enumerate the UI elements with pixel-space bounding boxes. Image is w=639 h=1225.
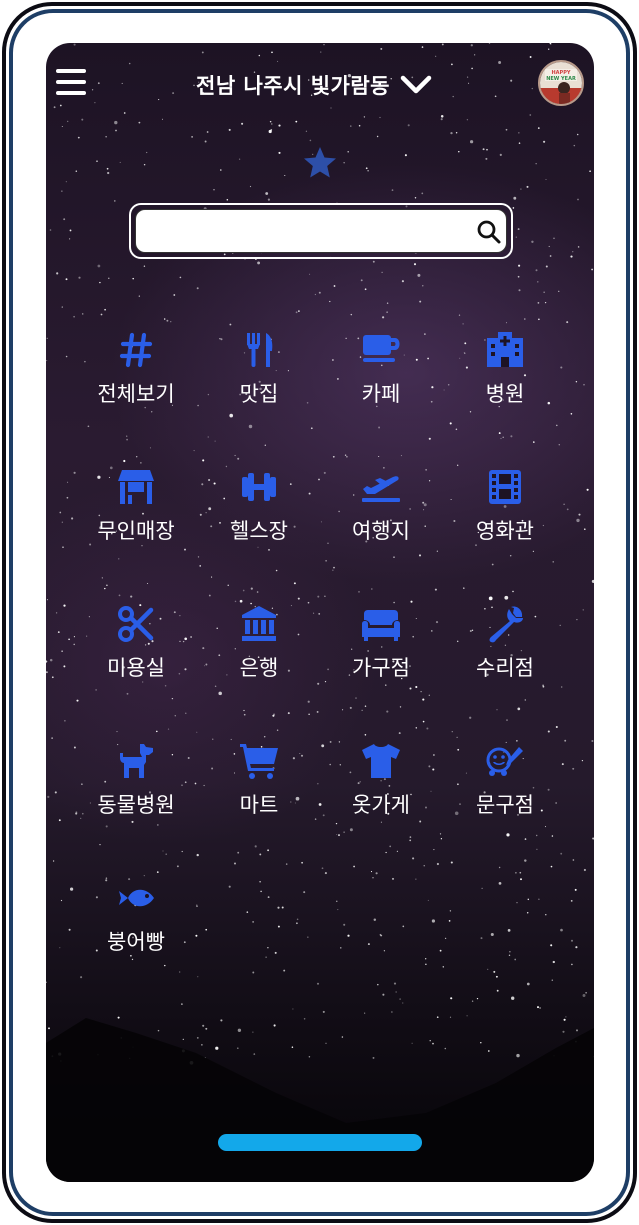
search-box	[135, 209, 507, 253]
category-label: 카페	[361, 382, 401, 406]
phone-frame: 전남 나주시 빛가람동 HAPPY NEW YEAR 전체보기 맛집 카페 병원…	[0, 0, 639, 1225]
shopping-cart-icon	[240, 744, 278, 779]
shirt-icon	[362, 744, 400, 778]
fish-icon	[119, 889, 154, 907]
scissors-icon	[118, 606, 154, 642]
hashtag-icon	[119, 332, 153, 368]
couch-icon	[362, 610, 400, 641]
utensils-icon	[247, 333, 273, 367]
category-all[interactable]: 전체보기	[74, 330, 198, 440]
category-hair-salon[interactable]: 미용실	[74, 604, 198, 714]
category-cafe[interactable]: 카페	[319, 330, 443, 440]
category-label: 문구점	[476, 793, 534, 817]
home-indicator[interactable]	[218, 1134, 422, 1151]
category-hospital[interactable]: 병원	[443, 330, 567, 440]
app-screen: 전남 나주시 빛가람동 HAPPY NEW YEAR 전체보기 맛집 카페 병원…	[46, 43, 594, 1182]
category-bank[interactable]: 은행	[197, 604, 321, 714]
film-icon	[489, 470, 521, 504]
avatar-image: HAPPY NEW YEAR	[540, 62, 582, 104]
hospital-icon	[487, 332, 523, 367]
hamburger-menu-icon[interactable]	[56, 68, 88, 98]
category-vet[interactable]: 동물병원	[74, 741, 198, 851]
category-label: 영화관	[476, 519, 534, 543]
bank-icon	[242, 606, 276, 641]
dog-icon	[120, 744, 153, 778]
category-label: 가구점	[352, 656, 410, 680]
category-clothing[interactable]: 옷가게	[319, 741, 443, 851]
category-cinema[interactable]: 영화관	[443, 467, 567, 577]
location-selector[interactable]: 전남 나주시 빛가람동	[196, 65, 432, 105]
chevron-down-icon	[400, 75, 432, 94]
svg-text:NEW YEAR: NEW YEAR	[546, 76, 576, 82]
store-icon	[118, 470, 154, 504]
category-label: 동물병원	[97, 793, 175, 817]
category-label: 옷가게	[352, 793, 410, 817]
category-stationery[interactable]: 문구점	[443, 741, 567, 851]
category-label: 여행지	[352, 519, 410, 543]
category-restaurant[interactable]: 맛집	[197, 330, 321, 440]
category-label: 무인매장	[97, 519, 175, 543]
category-label: 은행	[239, 656, 279, 680]
category-unmanned-store[interactable]: 무인매장	[74, 467, 198, 577]
category-label: 미용실	[107, 656, 165, 680]
search-icon[interactable]	[476, 219, 502, 245]
category-repair[interactable]: 수리점	[443, 604, 567, 714]
top-bar: 전남 나주시 빛가람동 HAPPY NEW YEAR	[46, 43, 594, 123]
category-mart[interactable]: 마트	[197, 741, 321, 851]
coffee-cup-icon	[363, 335, 400, 362]
category-label: 붕어빵	[107, 930, 165, 954]
dumbbell-icon	[242, 473, 276, 501]
category-label: 맛집	[239, 382, 279, 406]
category-gym[interactable]: 헬스장	[197, 467, 321, 577]
category-label: 수리점	[476, 656, 534, 680]
category-label: 헬스장	[230, 519, 288, 543]
category-label: 병원	[485, 382, 525, 406]
plane-departure-icon	[362, 476, 400, 502]
category-travel[interactable]: 여행지	[319, 467, 443, 577]
category-furniture[interactable]: 가구점	[319, 604, 443, 714]
favorite-star-icon[interactable]	[302, 145, 338, 181]
search-input[interactable]	[146, 216, 470, 248]
category-label: 마트	[239, 793, 279, 817]
category-label: 전체보기	[97, 382, 175, 406]
location-label: 전남 나주시 빛가람동	[196, 74, 391, 98]
wrench-icon	[489, 606, 523, 643]
avatar[interactable]: HAPPY NEW YEAR	[538, 60, 584, 106]
search-bar	[129, 203, 513, 259]
category-bungeoppang[interactable]: 붕어빵	[74, 878, 198, 988]
stationery-icon	[486, 747, 523, 776]
